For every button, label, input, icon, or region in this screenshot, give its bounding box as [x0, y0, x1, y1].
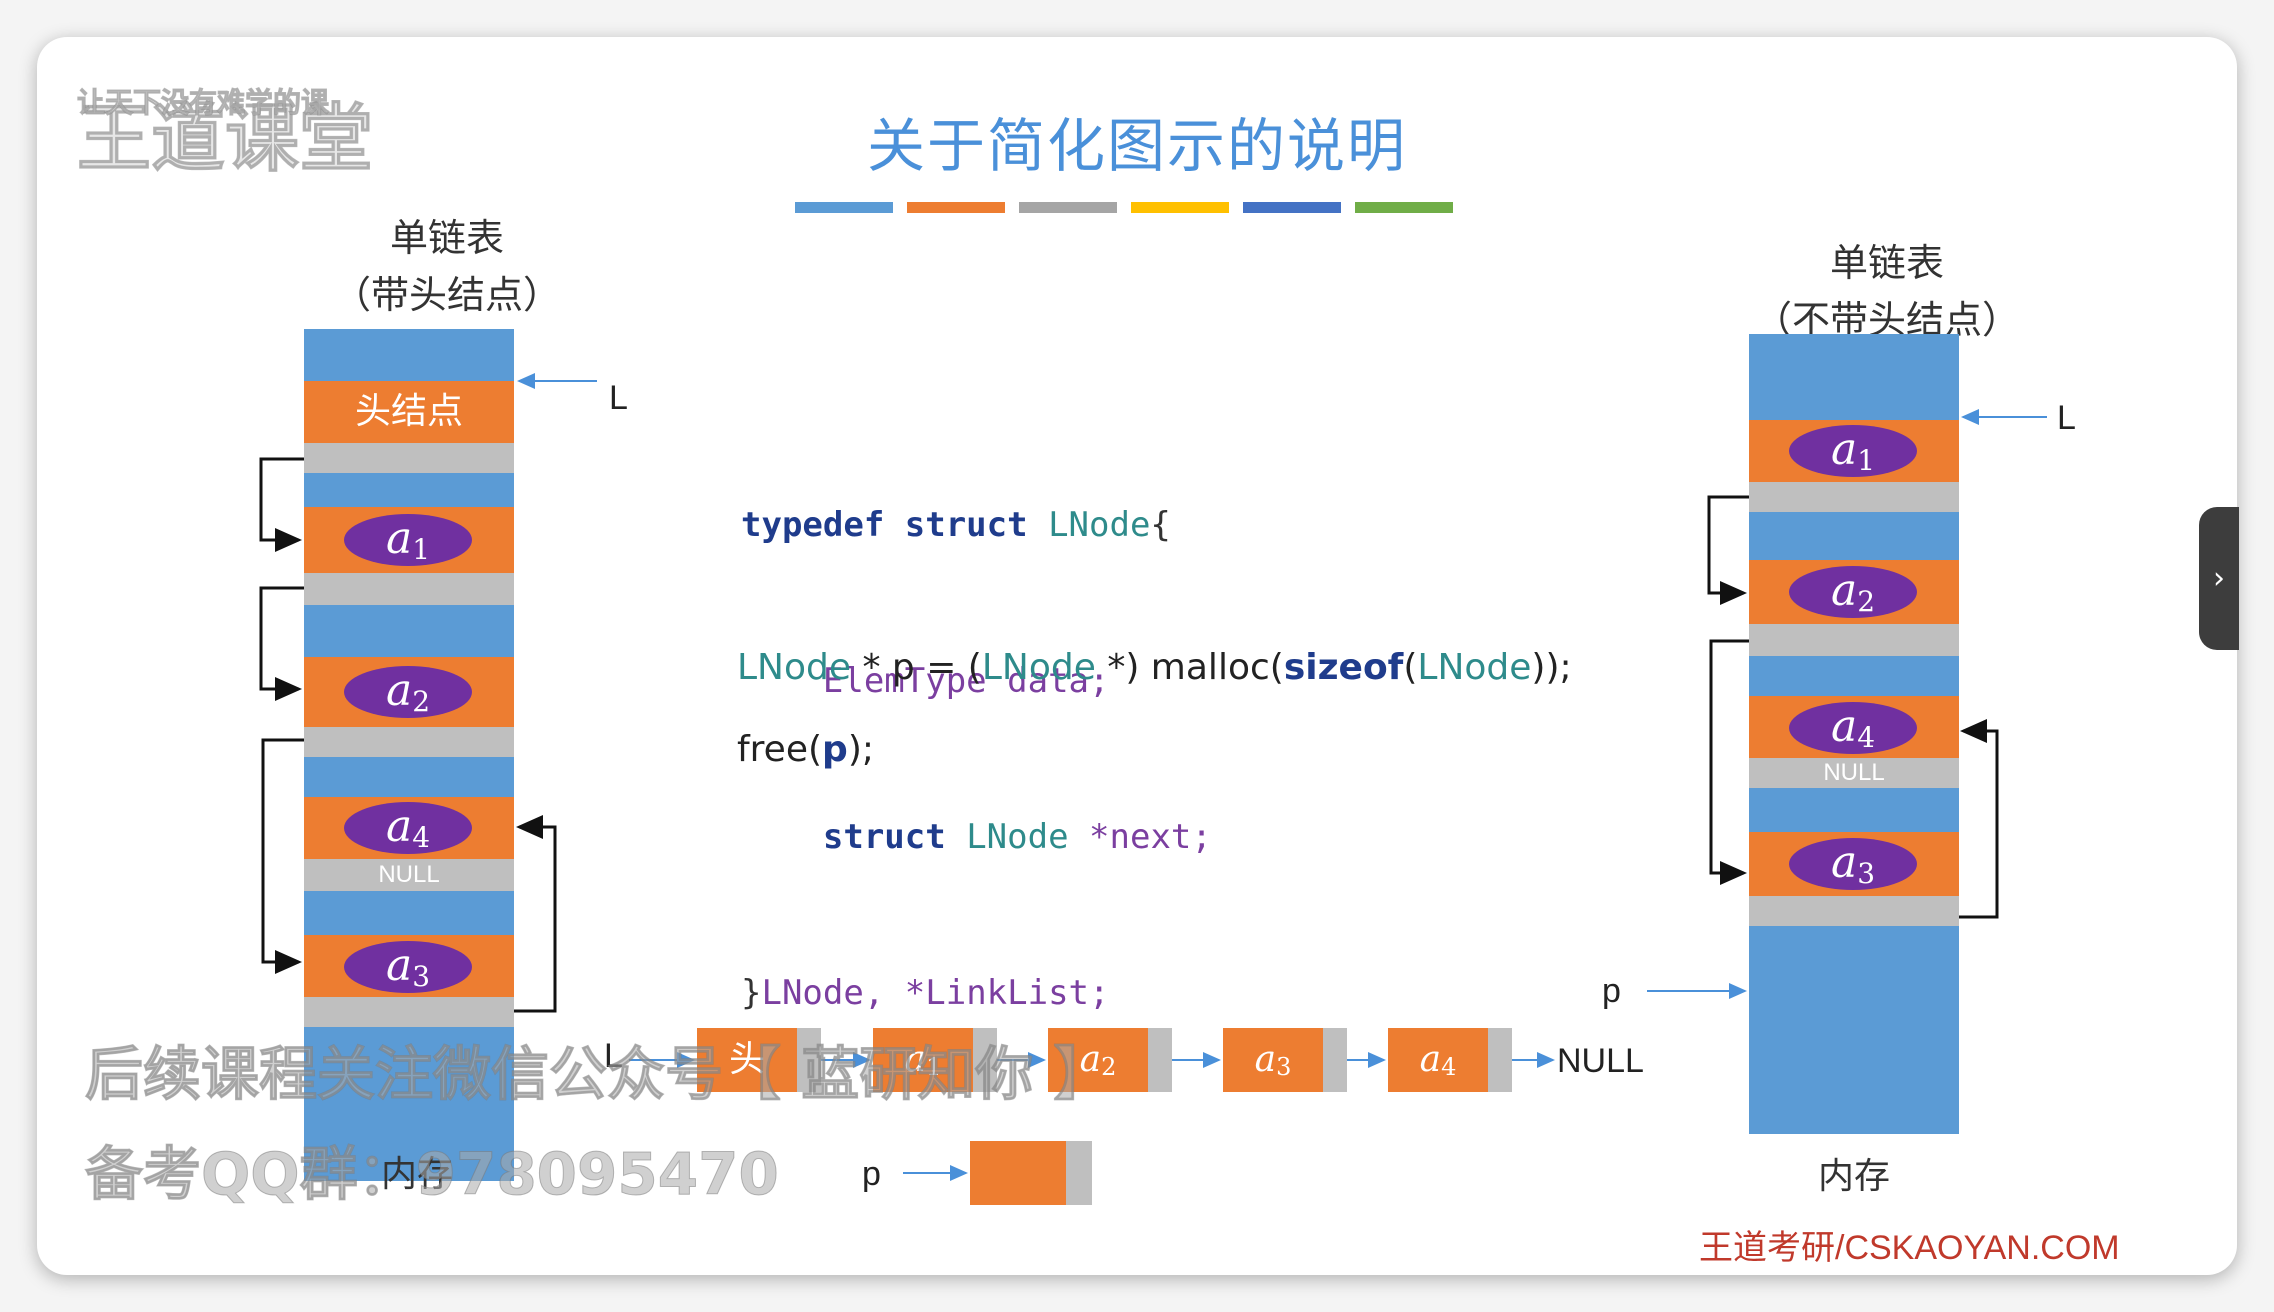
right-link-a1-a2	[1707, 495, 1749, 605]
left-link-head-a1	[259, 457, 304, 552]
watermark-line1: 后续课程关注微信公众号【 蓝研知你 】	[84, 1040, 1112, 1109]
right-link-a2-a3	[1709, 639, 1749, 885]
left-link-a2-a3	[261, 738, 304, 974]
left-link-a3-a4	[514, 815, 557, 1013]
brand-text: 王道考研/CSKAOYAN.COM	[1699, 1229, 2120, 1267]
slide: 关于简化图示的说明 单链表 （带头结点） 头结点 a1 a2 a4 NULL a…	[37, 37, 2237, 1275]
right-link-a3-a4	[1959, 719, 1999, 919]
left-link-a1-a2	[259, 586, 304, 701]
next-slide-tab[interactable]: ›	[2199, 507, 2239, 650]
chevron-right-icon: ›	[2213, 561, 2225, 596]
watermark-line2: 备考QQ群：978095470	[85, 1140, 780, 1209]
